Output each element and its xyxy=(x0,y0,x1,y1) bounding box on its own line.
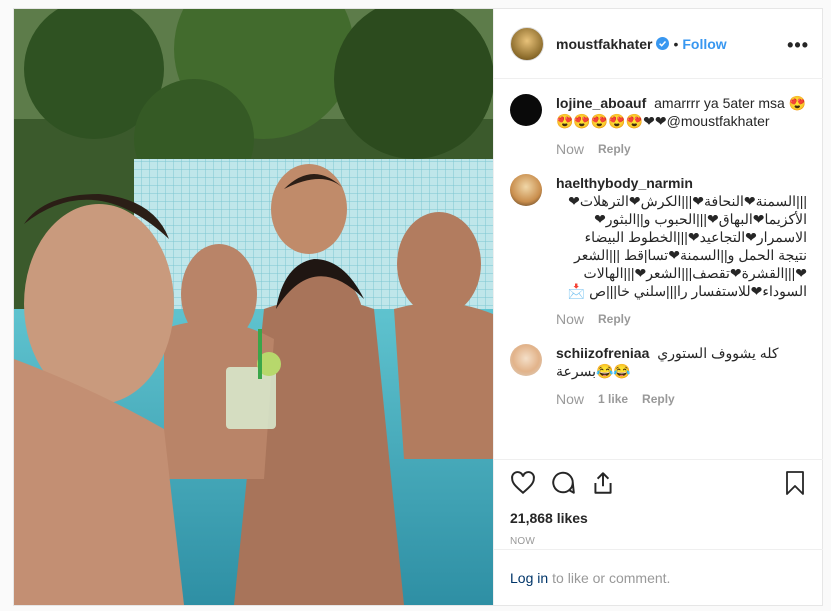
bookmark-icon[interactable] xyxy=(783,470,807,496)
share-icon[interactable] xyxy=(590,470,616,496)
commenter-avatar[interactable] xyxy=(510,174,542,206)
follow-button[interactable]: Follow xyxy=(682,36,726,52)
commenter-avatar[interactable] xyxy=(510,344,542,376)
heart-icon[interactable] xyxy=(510,470,536,496)
author-avatar[interactable] xyxy=(510,26,544,61)
comment-time[interactable]: Now xyxy=(556,390,584,408)
comment-text: |||السمنة❤النحافة❤|||الكرش❤الترهلات❤الأك… xyxy=(567,193,807,299)
comment-username[interactable]: lojine_aboauf xyxy=(556,95,646,111)
login-prompt-text: to like or comment. xyxy=(552,569,671,586)
pool-selfie-photo xyxy=(14,9,493,605)
login-prompt: Log in to like or comment. xyxy=(494,549,823,605)
comment-time[interactable]: Now xyxy=(556,310,584,328)
post-header: moustfakhater • Follow ••• xyxy=(494,9,823,79)
comment-item: schiizofreniaa كله يشووف الستوري بسرعة😂😂… xyxy=(510,344,807,408)
post-card: moustfakhater • Follow ••• lojine_aboauf… xyxy=(13,8,823,606)
commenter-avatar[interactable] xyxy=(510,94,542,126)
post-photo[interactable] xyxy=(14,9,493,605)
comment-likes[interactable]: 1 like xyxy=(598,390,628,408)
verified-icon xyxy=(656,37,670,50)
comments-list[interactable]: lojine_aboauf amarrrr ya 5ater msa 😍😍😍😍😍… xyxy=(494,80,823,458)
comment-username[interactable]: haelthybody_narmin xyxy=(556,175,693,191)
more-icon[interactable]: ••• xyxy=(787,35,809,56)
likes-count[interactable]: 21,868 likes xyxy=(510,510,807,526)
comment-item: haelthybody_narmin |||السمنة❤النحافة❤|||… xyxy=(510,174,807,328)
post-sidebar: moustfakhater • Follow ••• lojine_aboauf… xyxy=(493,9,823,605)
comment-username[interactable]: schiizofreniaa xyxy=(556,345,649,361)
author-username[interactable]: moustfakhater xyxy=(556,36,652,52)
post-time[interactable]: NOW xyxy=(510,536,807,547)
login-link[interactable]: Log in xyxy=(510,570,548,586)
separator-dot: • xyxy=(673,35,679,52)
comment-icon[interactable] xyxy=(550,470,576,496)
reply-button[interactable]: Reply xyxy=(598,310,631,328)
reply-button[interactable]: Reply xyxy=(598,140,631,158)
comment-item: lojine_aboauf amarrrr ya 5ater msa 😍😍😍😍😍… xyxy=(510,94,807,158)
comment-time[interactable]: Now xyxy=(556,140,584,158)
reply-button[interactable]: Reply xyxy=(642,390,675,408)
